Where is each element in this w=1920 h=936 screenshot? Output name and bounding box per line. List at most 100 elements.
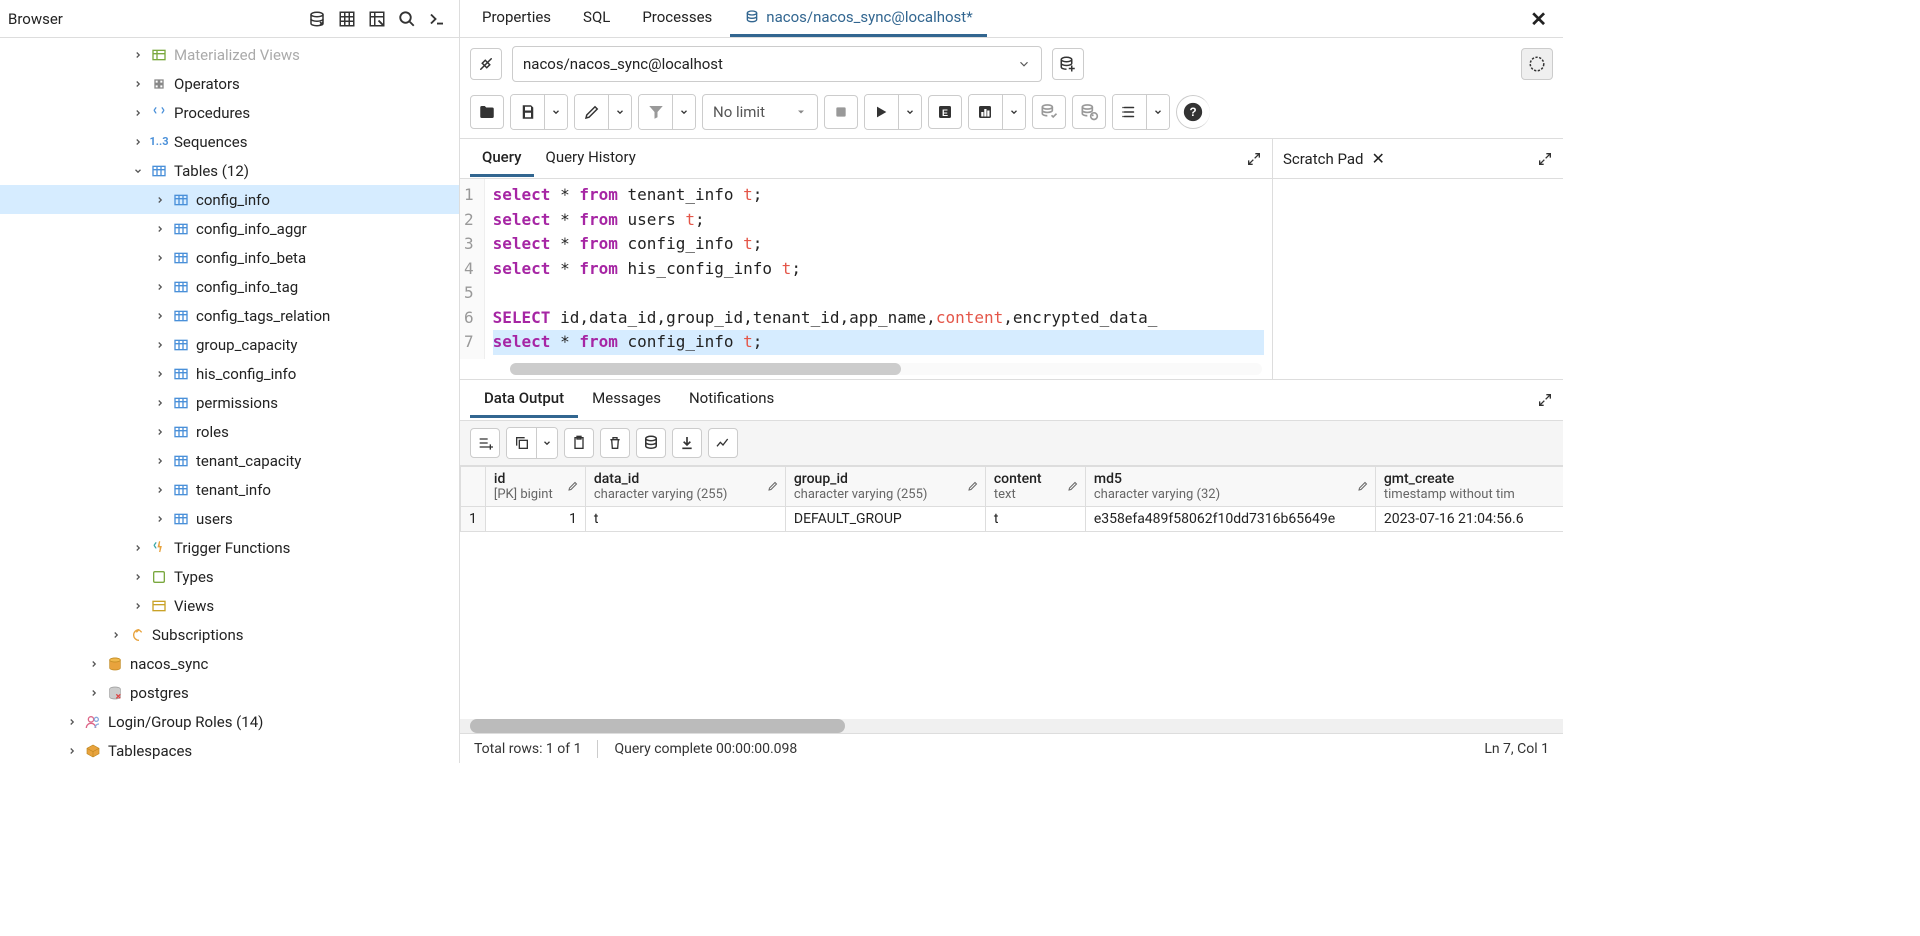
close-scratch-icon[interactable]: ✕	[1371, 149, 1384, 168]
sql-code[interactable]: select * from tenant_info t;select * fro…	[485, 179, 1272, 359]
cell[interactable]: 2023-07-16 21:04:56.6	[1375, 506, 1563, 531]
chevron-icon[interactable]	[130, 540, 146, 556]
tree-item[interactable]: Tablespaces	[0, 736, 459, 763]
close-tab-icon[interactable]: ✕	[1522, 3, 1555, 35]
chevron-icon[interactable]	[108, 627, 124, 643]
chevron-icon[interactable]	[152, 511, 168, 527]
chevron-icon[interactable]	[130, 598, 146, 614]
sql-editor[interactable]: 1234567 select * from tenant_info t;sele…	[460, 179, 1272, 359]
chevron-icon[interactable]	[152, 221, 168, 237]
tree-item[interactable]: tenant_info	[0, 475, 459, 504]
edit-button[interactable]	[575, 95, 609, 129]
tree-item[interactable]: Tables (12)	[0, 156, 459, 185]
cell[interactable]: 1	[485, 506, 585, 531]
main-tab[interactable]: nacos/nacos_sync@localhost*	[730, 0, 986, 37]
tree-item[interactable]: Subscriptions	[0, 620, 459, 649]
chevron-icon[interactable]	[64, 743, 80, 759]
cell[interactable]: t	[985, 506, 1085, 531]
query-tool-icon[interactable]	[303, 5, 331, 33]
view-data-icon[interactable]	[333, 5, 361, 33]
filter-icon[interactable]	[363, 5, 391, 33]
chevron-icon[interactable]	[152, 395, 168, 411]
edit-column-icon[interactable]	[567, 480, 579, 492]
tree-item[interactable]: Trigger Functions	[0, 533, 459, 562]
expand-output-icon[interactable]	[1537, 392, 1553, 408]
expand-editor-icon[interactable]	[1246, 151, 1262, 167]
edit-column-icon[interactable]	[767, 480, 779, 492]
filter-dropdown[interactable]	[673, 95, 695, 129]
chevron-icon[interactable]	[152, 366, 168, 382]
help-button[interactable]: ?	[1176, 95, 1210, 129]
cell[interactable]: e358efa489f58062f10dd7316b65649e	[1085, 506, 1375, 531]
save-data-button[interactable]	[636, 428, 666, 458]
chevron-icon[interactable]	[130, 76, 146, 92]
tree-item[interactable]: roles	[0, 417, 459, 446]
limit-select[interactable]: No limit	[702, 94, 818, 130]
chevron-icon[interactable]	[152, 453, 168, 469]
chevron-icon[interactable]	[152, 279, 168, 295]
explain-analyze-button[interactable]	[969, 95, 1003, 129]
stop-button[interactable]	[824, 95, 858, 129]
tree-item[interactable]: users	[0, 504, 459, 533]
tree-item[interactable]: Operators	[0, 69, 459, 98]
tree-item[interactable]: his_config_info	[0, 359, 459, 388]
reset-layout-button[interactable]	[1521, 48, 1553, 80]
delete-row-button[interactable]	[600, 428, 630, 458]
save-dropdown[interactable]	[545, 95, 567, 129]
column-header[interactable]: id[PK] bigint	[485, 466, 585, 506]
chevron-icon[interactable]	[130, 105, 146, 121]
explain-button[interactable]: E	[928, 95, 962, 129]
chevron-icon[interactable]	[152, 192, 168, 208]
chevron-icon[interactable]	[130, 134, 146, 150]
download-button[interactable]	[672, 428, 702, 458]
chevron-icon[interactable]	[86, 685, 102, 701]
query-tab[interactable]: Query	[470, 140, 534, 177]
psql-icon[interactable]	[423, 5, 451, 33]
chevron-icon[interactable]	[152, 337, 168, 353]
table-row[interactable]: 11tDEFAULT_GROUPte358efa489f58062f10dd73…	[461, 506, 1564, 531]
edit-column-icon[interactable]	[967, 480, 979, 492]
tree-item[interactable]: tenant_capacity	[0, 446, 459, 475]
chevron-icon[interactable]	[152, 250, 168, 266]
commit-button[interactable]	[1032, 95, 1066, 129]
main-tab[interactable]: Processes	[628, 0, 726, 37]
open-file-button[interactable]	[470, 95, 504, 129]
tree-item[interactable]: Types	[0, 562, 459, 591]
main-tab[interactable]: Properties	[468, 0, 565, 37]
tree-item[interactable]: config_tags_relation	[0, 301, 459, 330]
tree-item[interactable]: config_info_beta	[0, 243, 459, 272]
chevron-icon[interactable]	[64, 714, 80, 730]
tree-item[interactable]: Views	[0, 591, 459, 620]
chevron-icon[interactable]	[152, 424, 168, 440]
copy-dropdown[interactable]	[537, 428, 557, 458]
add-row-button[interactable]	[470, 428, 500, 458]
save-button[interactable]	[511, 95, 545, 129]
new-connection-button[interactable]	[1052, 48, 1084, 80]
grid-h-scrollbar[interactable]	[460, 719, 1563, 733]
tree-item[interactable]: Login/Group Roles (14)	[0, 707, 459, 736]
output-tab[interactable]: Data Output	[470, 381, 578, 418]
tree-item[interactable]: config_info	[0, 185, 459, 214]
object-tree[interactable]: Materialized ViewsOperatorsProcedures1..…	[0, 38, 459, 763]
expand-scratch-icon[interactable]	[1537, 151, 1553, 167]
chevron-icon[interactable]	[130, 47, 146, 63]
cell[interactable]: t	[585, 506, 785, 531]
edit-column-icon[interactable]	[1357, 480, 1369, 492]
column-header[interactable]: gmt_createtimestamp without tim	[1375, 466, 1563, 506]
tree-item[interactable]: group_capacity	[0, 330, 459, 359]
chevron-icon[interactable]	[152, 308, 168, 324]
chevron-icon[interactable]	[152, 482, 168, 498]
search-icon[interactable]	[393, 5, 421, 33]
execute-button[interactable]	[865, 95, 899, 129]
cell[interactable]: DEFAULT_GROUP	[785, 506, 985, 531]
query-tab[interactable]: Query History	[534, 140, 648, 177]
chevron-icon[interactable]	[130, 163, 146, 179]
result-grid[interactable]: id[PK] bigintdata_idcharacter varying (2…	[460, 466, 1563, 532]
tree-item[interactable]: permissions	[0, 388, 459, 417]
column-header[interactable]: md5character varying (32)	[1085, 466, 1375, 506]
column-header[interactable]: data_idcharacter varying (255)	[585, 466, 785, 506]
tree-item[interactable]: nacos_sync	[0, 649, 459, 678]
tree-item[interactable]: Procedures	[0, 98, 459, 127]
macros-button[interactable]	[1113, 95, 1147, 129]
rollback-button[interactable]	[1072, 95, 1106, 129]
